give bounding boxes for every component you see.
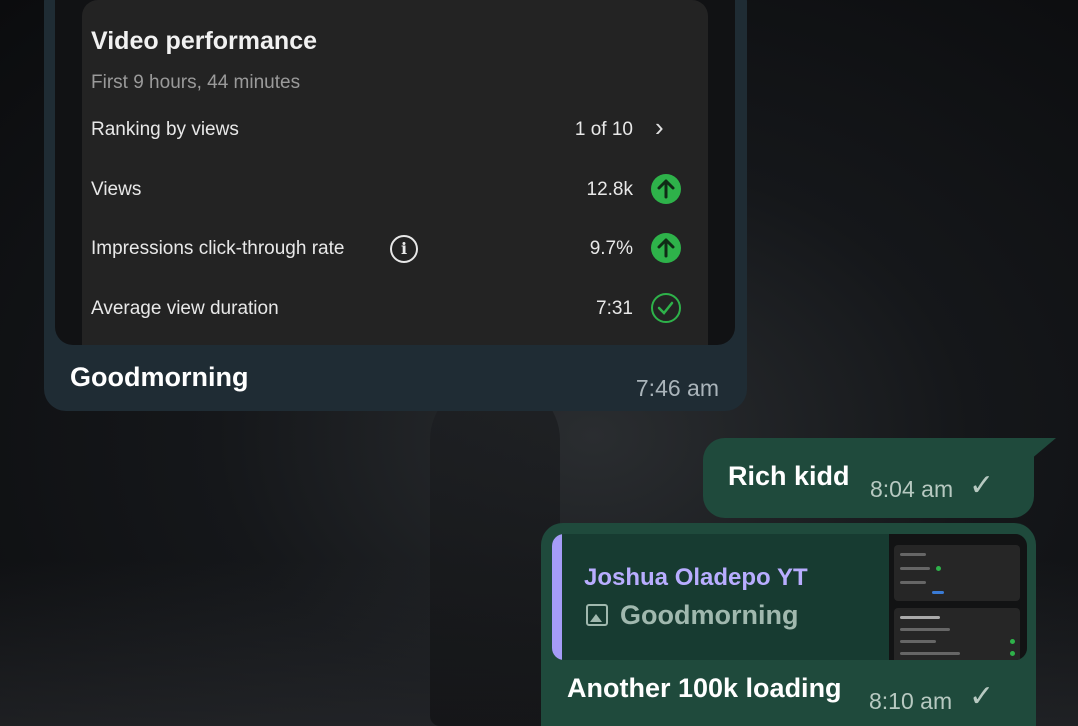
thumbnail-card [894,545,1020,601]
message-text: Another 100k loading [567,673,842,703]
ranking-value: 1 of 10 [574,119,633,140]
thumbnail-line [900,640,936,643]
arrow-up-circle-icon [651,233,681,263]
message-timestamp: 8:04 am [870,476,954,502]
quote-accent-bar [552,534,562,660]
thumbnail-line [900,581,926,584]
ctr-label: Impressions click-through rate [91,238,345,259]
message-caption: Goodmorning [70,362,249,392]
arrow-up-circle-icon [651,174,681,204]
outgoing-message-bubble[interactable]: Rich kidd 8:04 am ✓ [703,438,1034,518]
check-circle-icon [651,293,681,323]
thumbnail-line [900,567,930,570]
quoted-message[interactable]: Joshua Oladepo YT Goodmorning [552,534,1027,660]
message-timestamp: 7:46 am [635,375,719,401]
thumbnail-line [900,652,960,655]
avd-label: Average view duration [91,298,279,319]
thumbnail-line [932,591,944,594]
thumbnail-line [900,553,926,556]
sent-check-icon: ✓ [969,680,995,713]
outgoing-reply-bubble[interactable]: Joshua Oladepo YT Goodmorning Another 10… [541,523,1036,726]
thumbnail-dot [1010,651,1015,656]
card-subtitle: First 9 hours, 44 minutes [91,72,301,93]
quoted-author: Joshua Oladepo YT [584,564,808,591]
thumbnail-dot [1010,639,1015,644]
sent-check-icon: ✓ [969,469,995,502]
info-icon[interactable]: i [390,235,418,263]
bubble-tail [1030,438,1056,460]
image-icon [586,604,608,626]
thumbnail-line [900,616,940,619]
message-text: Rich kidd [728,461,850,491]
message-timestamp: 8:10 am [869,688,953,714]
quoted-text: Goodmorning [620,600,799,630]
thumbnail-card [894,608,1020,660]
incoming-message-bubble[interactable]: Video performance First 9 hours, 44 minu… [44,0,747,411]
ranking-label: Ranking by views [91,119,239,140]
thumbnail-line [900,628,950,631]
views-label: Views [91,179,142,200]
ctr-value: 9.7% [589,238,633,259]
card-title: Video performance [91,27,318,55]
thumbnail-dot [936,566,941,571]
quoted-image-thumbnail [889,534,1027,660]
image-attachment[interactable]: Video performance First 9 hours, 44 minu… [55,0,735,345]
chevron-right-icon: › [655,112,664,142]
views-value: 12.8k [586,179,633,200]
avd-value: 7:31 [596,298,633,319]
